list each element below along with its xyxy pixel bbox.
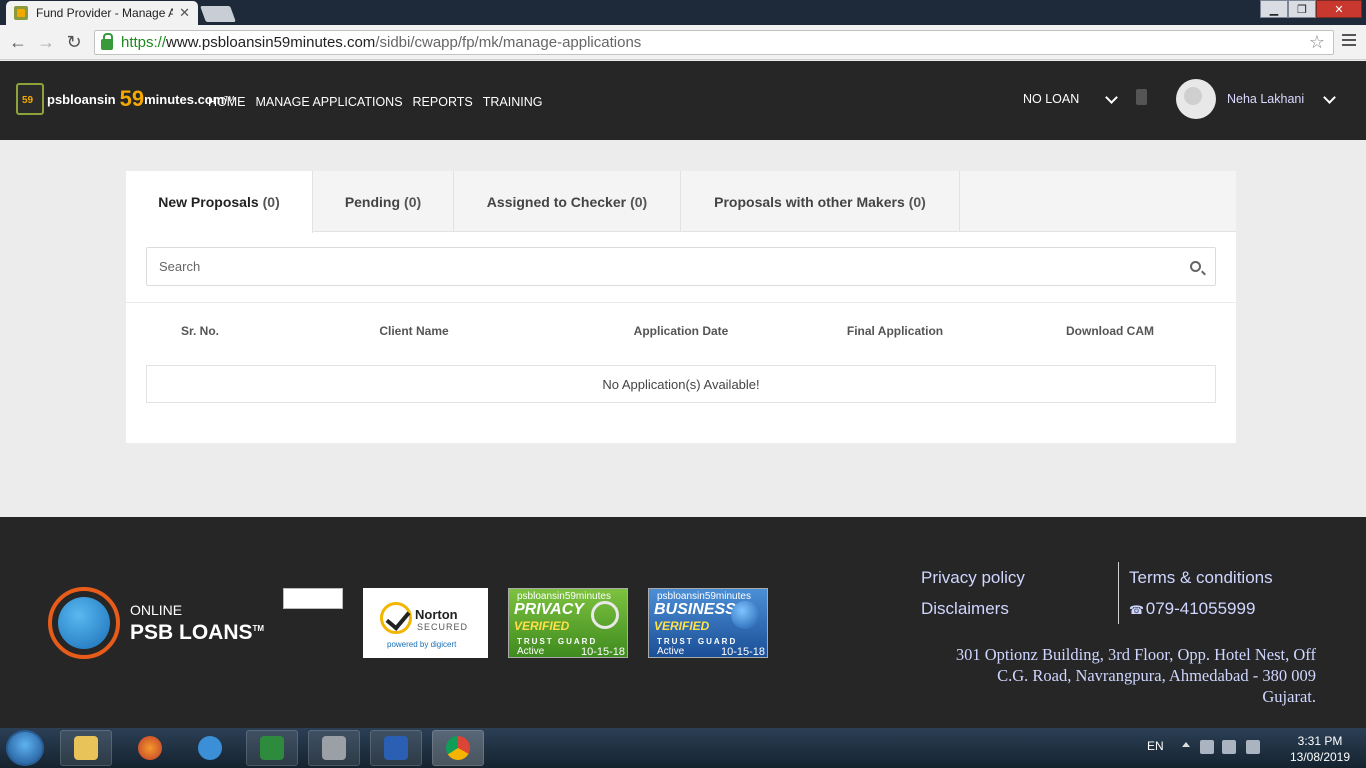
column-header-sr-no: Sr. No.	[180, 324, 220, 338]
tab-proposals-other-makers[interactable]: Proposals with other Makers (0)	[681, 171, 960, 232]
globe-icon	[731, 601, 759, 629]
nav-training[interactable]: TRAINING	[483, 95, 543, 109]
privacy-policy-link[interactable]: Privacy policy	[921, 568, 1025, 588]
url-host: www.psbloansin59minutes.com	[166, 34, 376, 51]
excel-icon	[260, 736, 284, 760]
footer-divider	[1118, 562, 1119, 624]
taskbar-excel[interactable]	[246, 730, 298, 766]
brand-text-1: psbloansin	[47, 91, 116, 107]
applications-card: New Proposals (0) Pending (0) Assigned to …	[126, 171, 1236, 443]
brand-mark-icon: 59	[16, 83, 44, 115]
terms-conditions-link[interactable]: Terms & conditions	[1129, 568, 1273, 588]
browser-tabstrip: Fund Provider - Manage A ✕ ▁ ❐ ✕	[0, 0, 1366, 25]
tray-expand-icon[interactable]	[1182, 742, 1190, 747]
norton-check-icon	[380, 602, 412, 634]
empty-table-message: No Application(s) Available!	[146, 365, 1216, 403]
printer-icon	[322, 736, 346, 760]
loan-chevron-down-icon[interactable]	[1105, 91, 1118, 104]
brand-logo[interactable]: 59 psbloansin 59 minutes.com TM	[16, 83, 234, 115]
user-chevron-down-icon[interactable]	[1323, 91, 1336, 104]
window-close-button[interactable]: ✕	[1316, 0, 1362, 18]
browser-toolbar: ← → ↻ https://www.psbloansin59minutes.co…	[0, 25, 1366, 60]
start-button-icon[interactable]	[6, 730, 44, 766]
clock[interactable]: 3:31 PM 13/08/2019	[1288, 733, 1352, 765]
divider	[126, 302, 1236, 303]
site-favicon-icon	[14, 6, 28, 20]
language-indicator[interactable]: EN	[1147, 739, 1164, 753]
nav-reports[interactable]: REPORTS	[413, 95, 473, 109]
bookmark-star-icon[interactable]: ☆	[1309, 32, 1325, 53]
new-tab-button[interactable]	[200, 6, 236, 22]
tab-assigned-to-checker[interactable]: Assigned to Checker (0)	[454, 171, 681, 232]
internet-explorer-icon	[198, 736, 222, 760]
business-verified-badge[interactable]: psbloansin59minutes BUSINESS VERIFIED TR…	[648, 588, 768, 658]
browser-tab-active[interactable]: Fund Provider - Manage A ✕	[6, 1, 198, 25]
nav-home[interactable]: HOME	[208, 95, 246, 109]
url-path: /sidbi/cwapp/fp/mk/manage-applications	[375, 34, 642, 51]
windows-taskbar: EN 3:31 PM 13/08/2019	[0, 728, 1366, 768]
column-header-final-application: Final Application	[846, 324, 944, 338]
taskbar-explorer[interactable]	[60, 730, 112, 766]
forward-arrow-icon[interactable]: →	[32, 32, 60, 53]
taskbar-chrome[interactable]	[432, 730, 484, 766]
nav-manage-applications[interactable]: MANAGE APPLICATIONS	[256, 95, 403, 109]
phone-number: ☎ 079-41055999	[1129, 599, 1256, 618]
calculator-icon[interactable]	[1136, 89, 1147, 105]
back-arrow-icon[interactable]: ←	[4, 32, 32, 53]
taskbar-ie[interactable]	[184, 730, 236, 766]
folder-icon	[74, 736, 98, 760]
disclaimers-link[interactable]: Disclaimers	[921, 599, 1009, 619]
tab-pending[interactable]: Pending (0)	[313, 171, 454, 232]
address-bar[interactable]: https://www.psbloansin59minutes.com/sidb…	[94, 30, 1334, 55]
loan-selector[interactable]: NO LOAN	[1023, 92, 1079, 106]
minimize-button[interactable]: ▁	[1260, 0, 1288, 18]
column-header-application-date: Application Date	[633, 324, 729, 338]
phone-icon: ☎	[1129, 603, 1144, 617]
psb-loans-logo-icon	[48, 587, 120, 659]
firefox-icon	[138, 736, 162, 760]
psb-logo-line2: PSB LOANSTM	[130, 621, 265, 644]
search-box	[146, 247, 1216, 286]
app-header: 59 psbloansin 59 minutes.com TM HOME MAN…	[0, 61, 1366, 140]
taskbar-firefox[interactable]	[124, 730, 176, 766]
proposal-tabs: New Proposals (0) Pending (0) Assigned to …	[126, 171, 1236, 233]
psb-logo-line1: ONLINE	[130, 602, 183, 618]
broken-image-icon	[283, 588, 343, 609]
browser-tab-title: Fund Provider - Manage A	[36, 6, 174, 20]
tab-new-proposals[interactable]: New Proposals (0)	[126, 171, 313, 233]
volume-icon[interactable]	[1246, 740, 1260, 754]
site-footer: ONLINE PSB LOANSTM Norton SECURED powere…	[0, 517, 1366, 728]
window-controls: ▁ ❐ ✕	[1260, 0, 1362, 18]
office-address: 301 Optionz Building, 3rd Floor, Opp. Ho…	[955, 645, 1316, 706]
tab-close-icon[interactable]: ✕	[179, 5, 190, 21]
network-icon[interactable]	[1222, 740, 1236, 754]
url-scheme: https://	[121, 34, 167, 51]
user-name[interactable]: Neha Lakhani	[1227, 92, 1304, 106]
taskbar-word[interactable]	[370, 730, 422, 766]
magnifier-icon	[591, 601, 619, 629]
lock-icon	[101, 32, 113, 50]
avatar[interactable]	[1176, 79, 1216, 119]
taskbar-fax[interactable]	[308, 730, 360, 766]
column-header-client-name: Client Name	[379, 324, 449, 338]
privacy-verified-badge[interactable]: psbloansin59minutes PRIVACY VERIFIED TRU…	[508, 588, 628, 658]
reload-icon[interactable]: ↻	[60, 32, 88, 53]
main-nav: HOME MANAGE APPLICATIONS REPORTS TRAININ…	[208, 95, 542, 109]
brand-text-2: 59	[119, 86, 145, 111]
norton-secured-badge[interactable]: Norton SECURED powered by digicert	[363, 588, 488, 658]
action-center-icon[interactable]	[1200, 740, 1214, 754]
search-icon[interactable]	[1190, 261, 1201, 272]
word-icon	[384, 736, 408, 760]
chrome-icon	[446, 736, 470, 760]
search-input[interactable]	[147, 248, 1167, 285]
maximize-button[interactable]: ❐	[1288, 0, 1316, 18]
browser-menu-icon[interactable]	[1342, 34, 1356, 49]
column-header-download-cam: Download CAM	[1066, 324, 1154, 338]
